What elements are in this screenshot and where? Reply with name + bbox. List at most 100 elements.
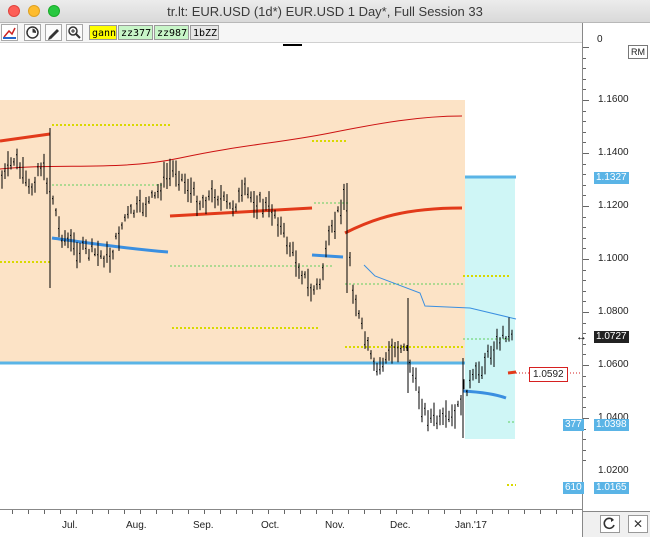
time-axis-tick (428, 510, 429, 514)
time-axis-tick (60, 510, 61, 514)
time-axis-tick (76, 510, 77, 514)
time-axis-tick (44, 510, 45, 514)
price-axis-tick (583, 216, 586, 218)
price-chart[interactable] (0, 43, 582, 509)
time-axis-tick (460, 510, 461, 514)
month-label: Oct. (261, 520, 280, 531)
price-axis-tick (583, 142, 586, 144)
timer-icon (26, 26, 39, 39)
axis-top-label: 0 (597, 34, 603, 45)
refresh-icon (603, 517, 615, 530)
price-axis[interactable]: 0 RM 1.1600 1.1400 1.1200 1.1000 1.0800 … (582, 23, 650, 511)
time-axis-tick (252, 510, 253, 514)
orange-zone (0, 100, 465, 363)
time-axis-tick (396, 510, 397, 514)
price-axis-tick (583, 57, 586, 59)
cyan-zone (465, 176, 515, 439)
price-axis-tick (583, 163, 586, 165)
high-level-tag: 1.1327 (594, 172, 629, 184)
blue-ma-segment-2 (311, 253, 344, 259)
chart-window: tr.lt: EUR.USD (1d*) EUR.USD 1 Day*, Ful… (0, 0, 650, 537)
time-axis-tick (364, 510, 365, 514)
study-chip-gann[interactable]: gann (89, 25, 117, 40)
time-axis[interactable]: Jul. Aug. Sep. Oct. Nov. Dec. Jan.'17 (0, 509, 582, 537)
price-axis-tick (583, 280, 586, 282)
time-axis-tick (492, 510, 493, 514)
month-label: Nov. (325, 520, 345, 531)
axis-corner: ✕ (582, 511, 650, 537)
price-axis-tick (583, 375, 586, 377)
time-axis-tick (524, 510, 525, 514)
zz377-value-tag: 1.0398 (594, 419, 629, 431)
price-axis-tick (583, 131, 586, 133)
time-axis-tick (188, 510, 189, 514)
zoom-button[interactable] (66, 24, 83, 41)
price-axis-tick (583, 407, 586, 409)
refresh-button[interactable] (600, 515, 620, 533)
zz610-label-tag: 610 (563, 482, 584, 494)
price-axis-tick (583, 184, 586, 186)
thick-red-segment-4 (507, 370, 517, 375)
time-axis-tick (156, 510, 157, 514)
chart-type-button[interactable] (1, 24, 18, 41)
close-chart-button[interactable]: ✕ (628, 515, 648, 533)
time-axis-tick (348, 510, 349, 514)
box-price-tag: 1.0592 (529, 367, 568, 382)
toolbar: gann zz377 zz987 1bZZ (0, 23, 582, 43)
time-axis-tick (476, 510, 477, 514)
draw-button[interactable] (45, 24, 62, 41)
price-axis-tick (583, 312, 589, 313)
close-icon: ✕ (632, 517, 644, 531)
price-axis-tick (583, 153, 589, 154)
price-label: 1.0800 (598, 306, 629, 317)
time-axis-tick (540, 510, 541, 514)
price-label: 1.0600 (598, 359, 629, 370)
time-axis-tick (268, 510, 269, 514)
price-label: 1.1200 (598, 200, 629, 211)
study-chip-zz377[interactable]: zz377 (118, 25, 153, 40)
study-chip-zz987[interactable]: zz987 (154, 25, 189, 40)
time-axis-tick (124, 510, 125, 514)
price-axis-tick (583, 47, 589, 48)
time-axis-tick (236, 510, 237, 514)
price-axis-tick (583, 365, 589, 366)
month-label: Sep. (193, 520, 214, 531)
price-axis-tick (583, 100, 589, 101)
time-axis-tick (412, 510, 413, 514)
price-axis-tick (583, 259, 589, 260)
time-axis-tick (284, 510, 285, 514)
price-axis-tick (583, 78, 586, 80)
time-axis-tick (92, 510, 93, 514)
time-axis-tick (332, 510, 333, 514)
time-axis-tick (444, 510, 445, 514)
timer-button[interactable] (24, 24, 41, 41)
price-axis-tick (583, 248, 586, 250)
pencil-icon (48, 29, 59, 40)
chart-plot[interactable] (0, 43, 582, 509)
price-axis-tick (583, 227, 586, 229)
price-axis-tick (583, 68, 586, 70)
time-axis-tick (300, 510, 301, 514)
time-axis-tick (28, 510, 29, 514)
price-axis-tick (583, 174, 586, 176)
time-axis-tick (572, 510, 573, 514)
zoom-icon (68, 26, 81, 39)
price-axis-tick (583, 322, 586, 324)
time-axis-tick (140, 510, 141, 514)
price-axis-tick (583, 206, 589, 207)
price-axis-tick (583, 301, 586, 303)
zz610-value-tag: 1.0165 (594, 482, 629, 494)
window-title: tr.lt: EUR.USD (1d*) EUR.USD 1 Day*, Ful… (167, 4, 483, 19)
rm-button[interactable]: RM (628, 45, 648, 59)
price-axis-tick (583, 110, 586, 112)
time-axis-tick (556, 510, 557, 514)
month-label: Dec. (390, 520, 411, 531)
study-chip-1bzz[interactable]: 1bZZ (190, 25, 219, 40)
time-axis-tick (12, 510, 13, 514)
price-axis-tick (583, 89, 586, 91)
time-axis-tick (220, 510, 221, 514)
price-axis-tick (583, 290, 586, 292)
zz377-label-tag: 377 (563, 419, 584, 431)
price-axis-tick (583, 396, 586, 398)
price-label: 1.1600 (598, 94, 629, 105)
